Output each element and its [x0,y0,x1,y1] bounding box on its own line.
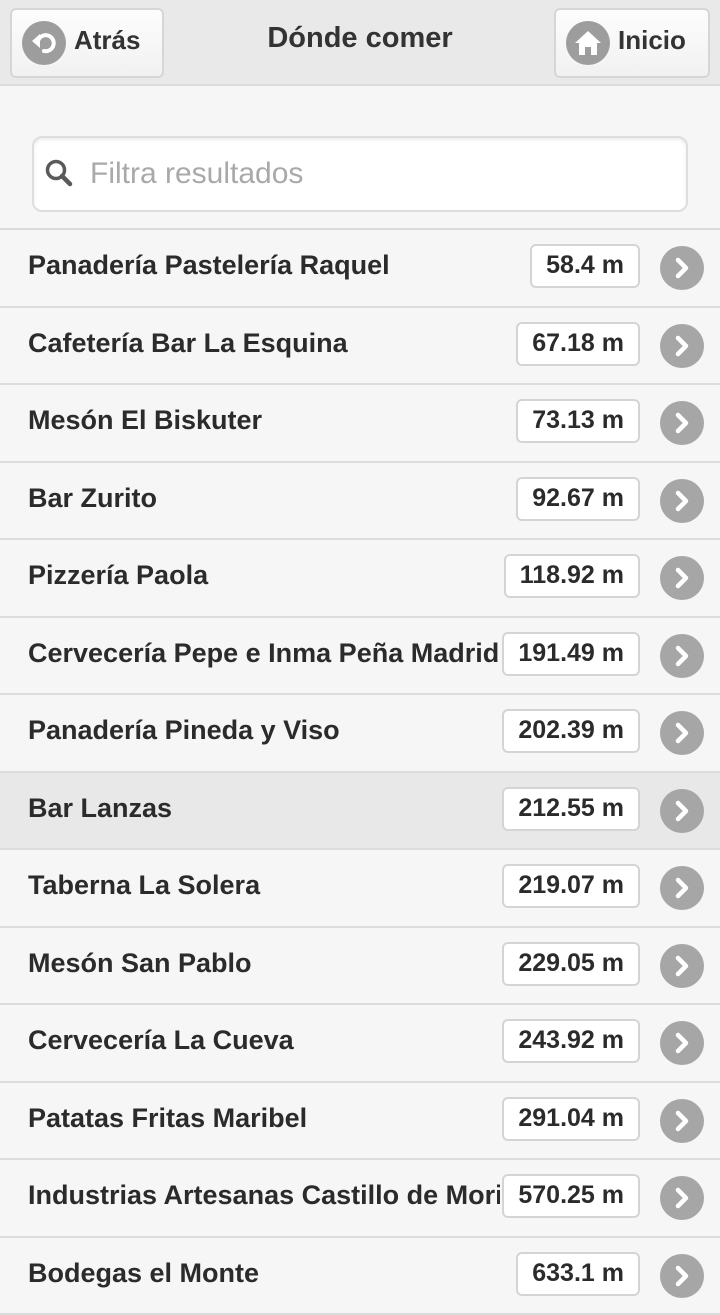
distance-badge: 58.4 m [530,244,640,288]
chevron-right-icon[interactable] [660,1021,704,1065]
search-input[interactable] [90,146,670,202]
chevron-right-icon[interactable] [660,246,704,290]
page-title: Dónde comer [180,22,540,55]
distance-badge: 73.13 m [516,399,640,443]
home-icon [566,21,610,65]
distance-badge: 92.67 m [516,477,640,521]
place-name: Mesón El Biskuter [28,405,500,436]
distance-badge: 633.1 m [516,1252,640,1296]
results-list: Panadería Pastelería Raquel 58.4 m Cafet… [0,230,720,1315]
chevron-right-icon[interactable] [660,634,704,678]
back-arrow-icon [22,21,66,65]
place-name: Mesón San Pablo [28,948,500,979]
place-name: Taberna La Solera [28,870,500,901]
header-bar: Atrás Dónde comer Inicio [0,0,720,86]
distance-badge: 67.18 m [516,322,640,366]
place-name: Bar Zurito [28,483,500,514]
chevron-right-icon[interactable] [660,401,704,445]
place-name: Panadería Pastelería Raquel [28,250,500,281]
list-item[interactable]: Patatas Fritas Maribel 291.04 m [0,1083,720,1161]
distance-badge: 202.39 m [502,709,640,753]
list-item[interactable]: Bodegas el Monte 633.1 m [0,1238,720,1315]
distance-badge: 191.49 m [502,632,640,676]
chevron-right-icon[interactable] [660,866,704,910]
place-name: Cafetería Bar La Esquina [28,328,500,359]
chevron-right-icon[interactable] [660,944,704,988]
search-bar-container [0,88,720,230]
chevron-right-icon[interactable] [660,1176,704,1220]
list-item[interactable]: Cervecería Pepe e Inma Peña Madridi 191.… [0,618,720,696]
chevron-right-icon[interactable] [660,1254,704,1298]
distance-badge: 212.55 m [502,787,640,831]
list-item[interactable]: Industrias Artesanas Castillo de Moril 5… [0,1160,720,1238]
place-name: Bodegas el Monte [28,1258,500,1289]
distance-badge: 219.07 m [502,864,640,908]
place-name: Industrias Artesanas Castillo de Moril [28,1180,500,1211]
place-name: Panadería Pineda y Viso [28,715,500,746]
distance-badge: 243.92 m [502,1019,640,1063]
distance-badge: 229.05 m [502,942,640,986]
chevron-right-icon[interactable] [660,711,704,755]
chevron-right-icon[interactable] [660,479,704,523]
distance-badge: 118.92 m [504,554,640,598]
home-button-label: Inicio [618,25,686,56]
distance-badge: 570.25 m [502,1174,640,1218]
list-item[interactable]: Panadería Pastelería Raquel 58.4 m [0,230,720,308]
search-icon [44,158,74,188]
list-item[interactable]: Taberna La Solera 219.07 m [0,850,720,928]
place-name: Cervecería Pepe e Inma Peña Madridi [28,638,500,669]
chevron-right-icon[interactable] [660,324,704,368]
list-item[interactable]: Mesón El Biskuter 73.13 m [0,385,720,463]
list-item[interactable]: Mesón San Pablo 229.05 m [0,928,720,1006]
list-item[interactable]: Cervecería La Cueva 243.92 m [0,1005,720,1083]
list-item[interactable]: Cafetería Bar La Esquina 67.18 m [0,308,720,386]
place-name: Patatas Fritas Maribel [28,1103,500,1134]
place-name: Pizzería Paola [28,560,500,591]
list-item[interactable]: Panadería Pineda y Viso 202.39 m [0,695,720,773]
place-name: Cervecería La Cueva [28,1025,500,1056]
place-name: Bar Lanzas [28,793,500,824]
back-button-label: Atrás [74,25,140,56]
back-button[interactable]: Atrás [10,8,164,78]
chevron-right-icon[interactable] [660,789,704,833]
distance-badge: 291.04 m [502,1097,640,1141]
list-item[interactable]: Bar Zurito 92.67 m [0,463,720,541]
home-button[interactable]: Inicio [554,8,710,78]
chevron-right-icon[interactable] [660,1099,704,1143]
chevron-right-icon[interactable] [660,556,704,600]
search-box[interactable] [32,136,688,212]
list-item[interactable]: Pizzería Paola 118.92 m [0,540,720,618]
list-item[interactable]: Bar Lanzas 212.55 m [0,773,720,851]
